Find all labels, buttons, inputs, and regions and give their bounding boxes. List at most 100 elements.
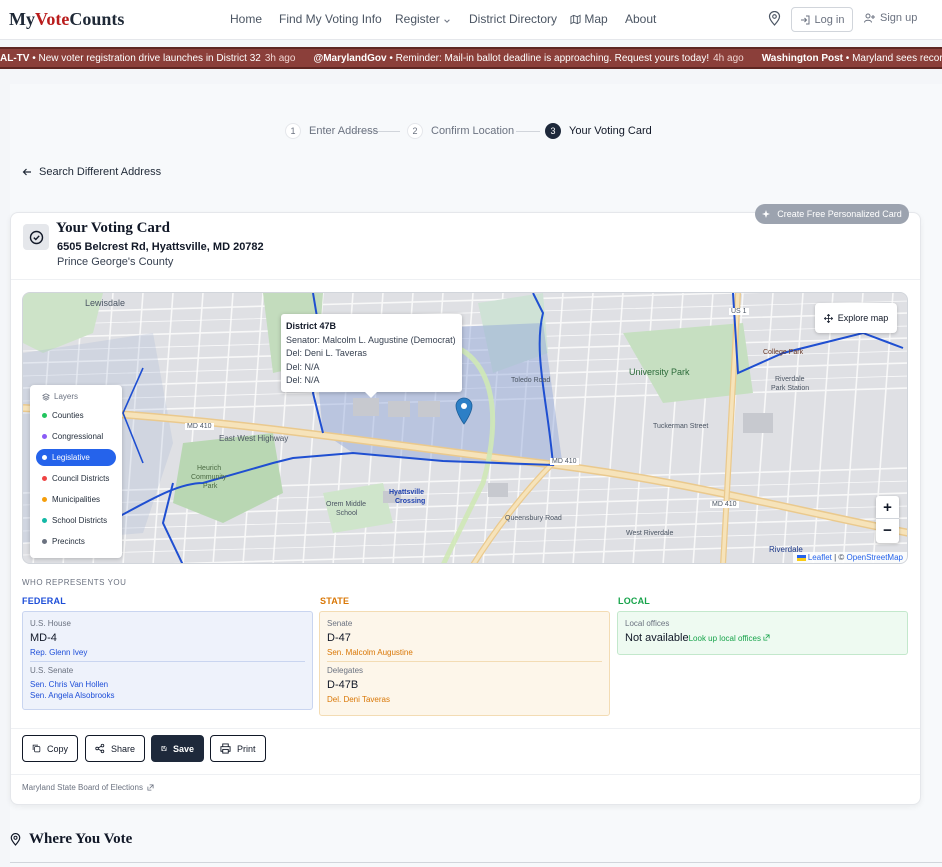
zoom-control: + − <box>876 496 899 543</box>
location-marker-icon[interactable] <box>455 397 473 428</box>
arrow-left-icon <box>22 168 31 176</box>
layer-color-dot <box>42 413 47 418</box>
share-label: Share <box>110 743 135 754</box>
step-confirm-location[interactable]: 2 Confirm Location <box>407 123 514 139</box>
state-card: Senate D-47 Sen. Malcolm Augustine Deleg… <box>319 611 610 716</box>
nav-about[interactable]: About <box>625 12 656 26</box>
login-button[interactable]: Log in <box>791 7 853 32</box>
ticker-separator: • <box>386 53 396 64</box>
divider <box>11 279 920 280</box>
print-button[interactable]: Print <box>210 735 266 762</box>
nav-register[interactable]: Register <box>395 12 451 26</box>
federal-title: FEDERAL <box>22 596 66 606</box>
nav-register-label: Register <box>395 12 440 26</box>
local-card: Local offices Not available Look up loca… <box>617 611 908 655</box>
zoom-in-button[interactable]: + <box>876 496 899 519</box>
signup-button[interactable]: Sign up <box>864 12 917 24</box>
map-label: Park <box>203 483 218 490</box>
senator-link[interactable]: Sen. Chris Van Hollen <box>30 680 305 689</box>
step-your-voting-card[interactable]: 3 Your Voting Card <box>545 123 652 139</box>
layer-toggle[interactable]: Counties <box>36 407 116 424</box>
location-pin-icon <box>10 833 21 846</box>
ticker-separator: • <box>29 53 39 64</box>
layer-toggle[interactable]: School Districts <box>36 512 116 529</box>
layer-label: Council Districts <box>52 474 110 483</box>
where-you-vote-heading: Where You Vote <box>10 831 132 848</box>
explore-map-button[interactable]: Explore map <box>815 303 897 333</box>
state-senator-link[interactable]: Sen. Malcolm Augustine <box>327 648 602 657</box>
top-header: MyVoteCounts Home Find My Voting Info Re… <box>0 0 942 40</box>
ticker-item[interactable]: AL-TV • New voter registration drive lau… <box>0 53 295 64</box>
ticker-item[interactable]: @MarylandGov • Reminder: Mail-in ballot … <box>313 53 743 64</box>
step-number: 3 <box>545 123 561 139</box>
layer-color-dot <box>42 455 47 460</box>
signup-label: Sign up <box>880 12 918 24</box>
layer-toggle[interactable]: Council Districts <box>36 470 116 487</box>
nav-home[interactable]: Home <box>230 12 262 26</box>
nav-district-directory[interactable]: District Directory <box>469 12 557 26</box>
map-label: East West Highway <box>219 434 289 443</box>
map-label: Queensbury Road <box>505 515 562 522</box>
map-label: West Riverdale <box>626 530 674 537</box>
map-label: Hyattsville <box>389 489 425 496</box>
step-number: 1 <box>285 123 301 139</box>
personalized-card-label: Create Free Personalized Card <box>777 209 902 219</box>
card-county: Prince George's County <box>57 256 174 268</box>
back-link-label: Search Different Address <box>39 166 162 178</box>
popup-delegate: Del: N/A <box>286 361 320 372</box>
site-logo[interactable]: MyVoteCounts <box>9 9 124 30</box>
copy-label: Copy <box>46 743 68 754</box>
save-button[interactable]: Save <box>151 735 204 762</box>
divider <box>11 774 920 775</box>
layer-toggle[interactable]: Legislative <box>36 449 116 466</box>
delegate-link[interactable]: Del. Deni Taveras <box>327 695 602 704</box>
nav-find-voting-info[interactable]: Find My Voting Info <box>279 12 382 26</box>
local-title: LOCAL <box>618 596 650 606</box>
leaflet-link[interactable]: Leaflet <box>808 553 832 562</box>
ticker-track: AL-TV • New voter registration drive lau… <box>0 53 942 64</box>
senator-link[interactable]: Sen. Angela Alsobrooks <box>30 691 305 700</box>
lookup-local-offices-link[interactable]: Look up local offices <box>689 634 771 643</box>
layer-color-dot <box>42 476 47 481</box>
district-map[interactable]: Lewisdale MD 410 East West Highway Heuri… <box>22 292 908 564</box>
nav-map[interactable]: Map <box>570 12 608 26</box>
osm-link[interactable]: OpenStreetMap <box>847 553 903 562</box>
map-label: Crossing <box>395 498 426 505</box>
layer-label: Precincts <box>52 537 85 546</box>
separator <box>327 661 602 662</box>
map-label: Toledo Road <box>511 377 551 384</box>
representation-header: WHO REPRESENTS YOU <box>22 578 127 587</box>
delegates-district: D-47B <box>327 679 359 691</box>
copy-button[interactable]: Copy <box>22 735 78 762</box>
card-address: 6505 Belcrest Rd, Hyattsville, MD 20782 <box>57 241 264 253</box>
zoom-out-button[interactable]: − <box>876 519 899 542</box>
location-pin-icon[interactable] <box>768 10 781 29</box>
layer-toggle[interactable]: Precincts <box>36 533 116 550</box>
map-label: Heurich <box>197 465 222 472</box>
search-different-address-link[interactable]: Search Different Address <box>22 166 161 178</box>
map-label: School <box>336 510 358 517</box>
check-circle-icon <box>29 230 43 244</box>
create-personalized-card-button[interactable]: Create Free Personalized Card <box>755 204 909 224</box>
ticker-item[interactable]: Washington Post • Maryland sees record <box>762 53 942 64</box>
layer-label: Congressional <box>52 432 104 441</box>
layer-color-dot <box>42 518 47 523</box>
share-button[interactable]: Share <box>85 735 145 762</box>
federal-card: U.S. House MD-4 Rep. Glenn Ivey U.S. Sen… <box>22 611 313 710</box>
source-link[interactable]: Maryland State Board of Elections <box>22 783 154 792</box>
separator <box>30 661 305 662</box>
stepper-connector <box>516 131 540 132</box>
layer-color-dot <box>42 434 47 439</box>
popup-title: District 47B <box>286 321 337 331</box>
popup-delegate: Del: Deni L. Taveras <box>286 348 367 358</box>
house-rep-link[interactable]: Rep. Glenn Ivey <box>30 648 305 657</box>
step-enter-address[interactable]: 1 Enter Address <box>285 123 378 139</box>
layer-label: School Districts <box>52 516 108 525</box>
map-attribution: Leaflet | © OpenStreetMap <box>792 552 907 563</box>
local-offices-label: Local offices <box>625 619 670 628</box>
attribution-separator: | © <box>831 553 847 562</box>
layer-toggle[interactable]: Congressional <box>36 428 116 445</box>
layer-toggle[interactable]: Municipalities <box>36 491 116 508</box>
map-label: College Park <box>763 349 804 356</box>
ticker-time: 4h ago <box>713 53 744 64</box>
